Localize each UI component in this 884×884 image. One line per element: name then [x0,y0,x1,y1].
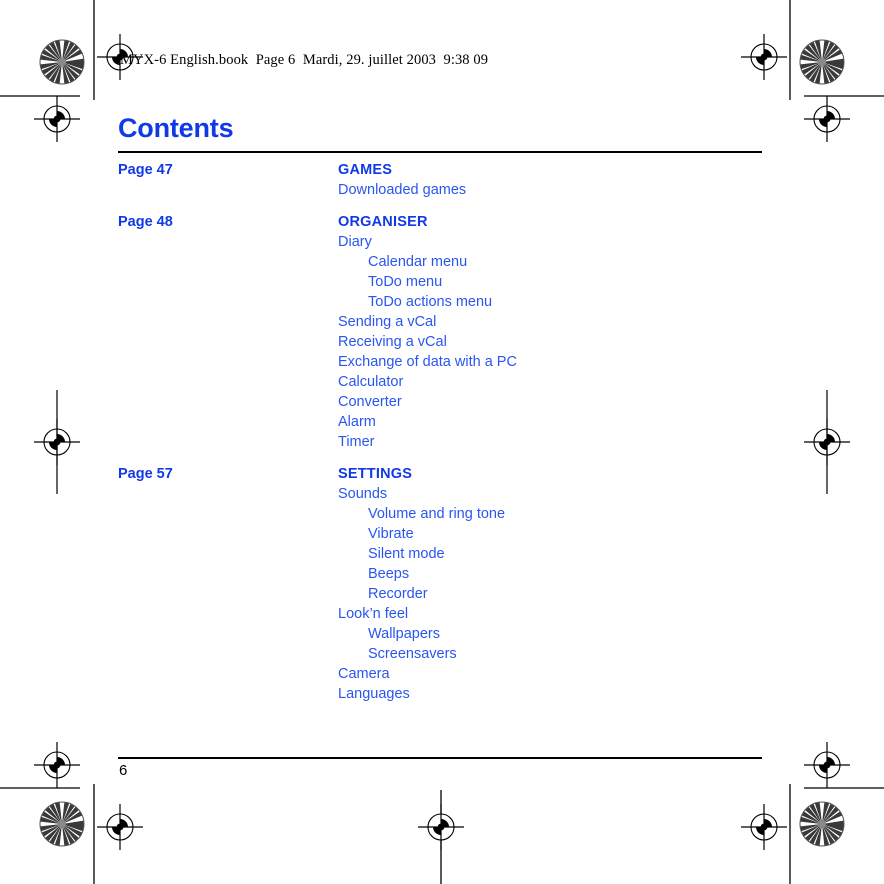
toc-section: Page 48 ORGANISER Diary Calendar menu ToDo m… [0,212,884,452]
toc-entry[interactable]: Diary [0,232,884,252]
toc-entry[interactable]: Camera [0,664,884,684]
toc-section-header: Page 57 SETTINGS [0,464,884,484]
resolution-star-top-right [799,39,845,85]
toc-entry[interactable]: Receiving a vCal [0,332,884,352]
toc-entry[interactable]: Exchange of data with a PC [0,352,884,372]
registration-mark-lower-right [803,741,851,789]
footer-rule [118,757,762,759]
resolution-star-bottom-left [39,801,85,847]
registration-mark-bottom-center [417,803,465,851]
page-title: Contents [118,113,234,143]
toc-entry[interactable]: Sounds [0,484,884,504]
toc-entry[interactable]: Sending a vCal [0,312,884,332]
toc-section: Page 57 SETTINGS Sounds Volume and ring ton… [0,464,884,704]
resolution-star-top-left [39,39,85,85]
toc-entry[interactable]: Recorder [0,584,884,604]
toc-entry[interactable]: Silent mode [0,544,884,564]
toc-entry[interactable]: Volume and ring tone [0,504,884,524]
toc-entry[interactable]: Converter [0,392,884,412]
toc-entry[interactable]: Wallpapers [0,624,884,644]
toc-entry[interactable]: Screensavers [0,644,884,664]
registration-mark-bottom-left [96,803,144,851]
toc-section-heading[interactable]: ORGANISER [338,212,428,232]
page-number: 6 [119,762,128,779]
toc-entry[interactable]: Calendar menu [0,252,884,272]
registration-mark-top-right [740,33,788,81]
registration-mark-bottom-right [740,803,788,851]
registration-mark-upper-left [33,95,81,143]
toc-entry[interactable]: Alarm [0,412,884,432]
toc-entry[interactable]: Downloaded games [0,180,884,200]
resolution-star-bottom-right [799,801,845,847]
toc-section: Page 47 GAMES Downloaded games [0,160,884,200]
toc-entry[interactable]: Vibrate [0,524,884,544]
toc-page-reference[interactable]: Page 48 [118,212,173,232]
toc-section-heading[interactable]: SETTINGS [338,464,412,484]
toc-section-heading[interactable]: GAMES [338,160,392,180]
toc-entry[interactable]: ToDo actions menu [0,292,884,312]
toc-section-header: Page 47 GAMES [0,160,884,180]
toc-entry[interactable]: Look’n feel [0,604,884,624]
table-of-contents: Page 47 GAMES Downloaded games Page 48 ORGAN… [0,160,884,716]
title-rule [118,151,762,153]
toc-entry[interactable]: Languages [0,684,884,704]
toc-entry[interactable]: Calculator [0,372,884,392]
toc-section-header: Page 48 ORGANISER [0,212,884,232]
toc-page-reference[interactable]: Page 47 [118,160,173,180]
book-file-info: MYX-6 English.book Page 6 Mardi, 29. jui… [120,52,489,68]
toc-entry[interactable]: Beeps [0,564,884,584]
registration-mark-lower-left [33,741,81,789]
toc-page-reference[interactable]: Page 57 [118,464,173,484]
registration-mark-upper-right [803,95,851,143]
toc-entry[interactable]: ToDo menu [0,272,884,292]
toc-entry[interactable]: Timer [0,432,884,452]
